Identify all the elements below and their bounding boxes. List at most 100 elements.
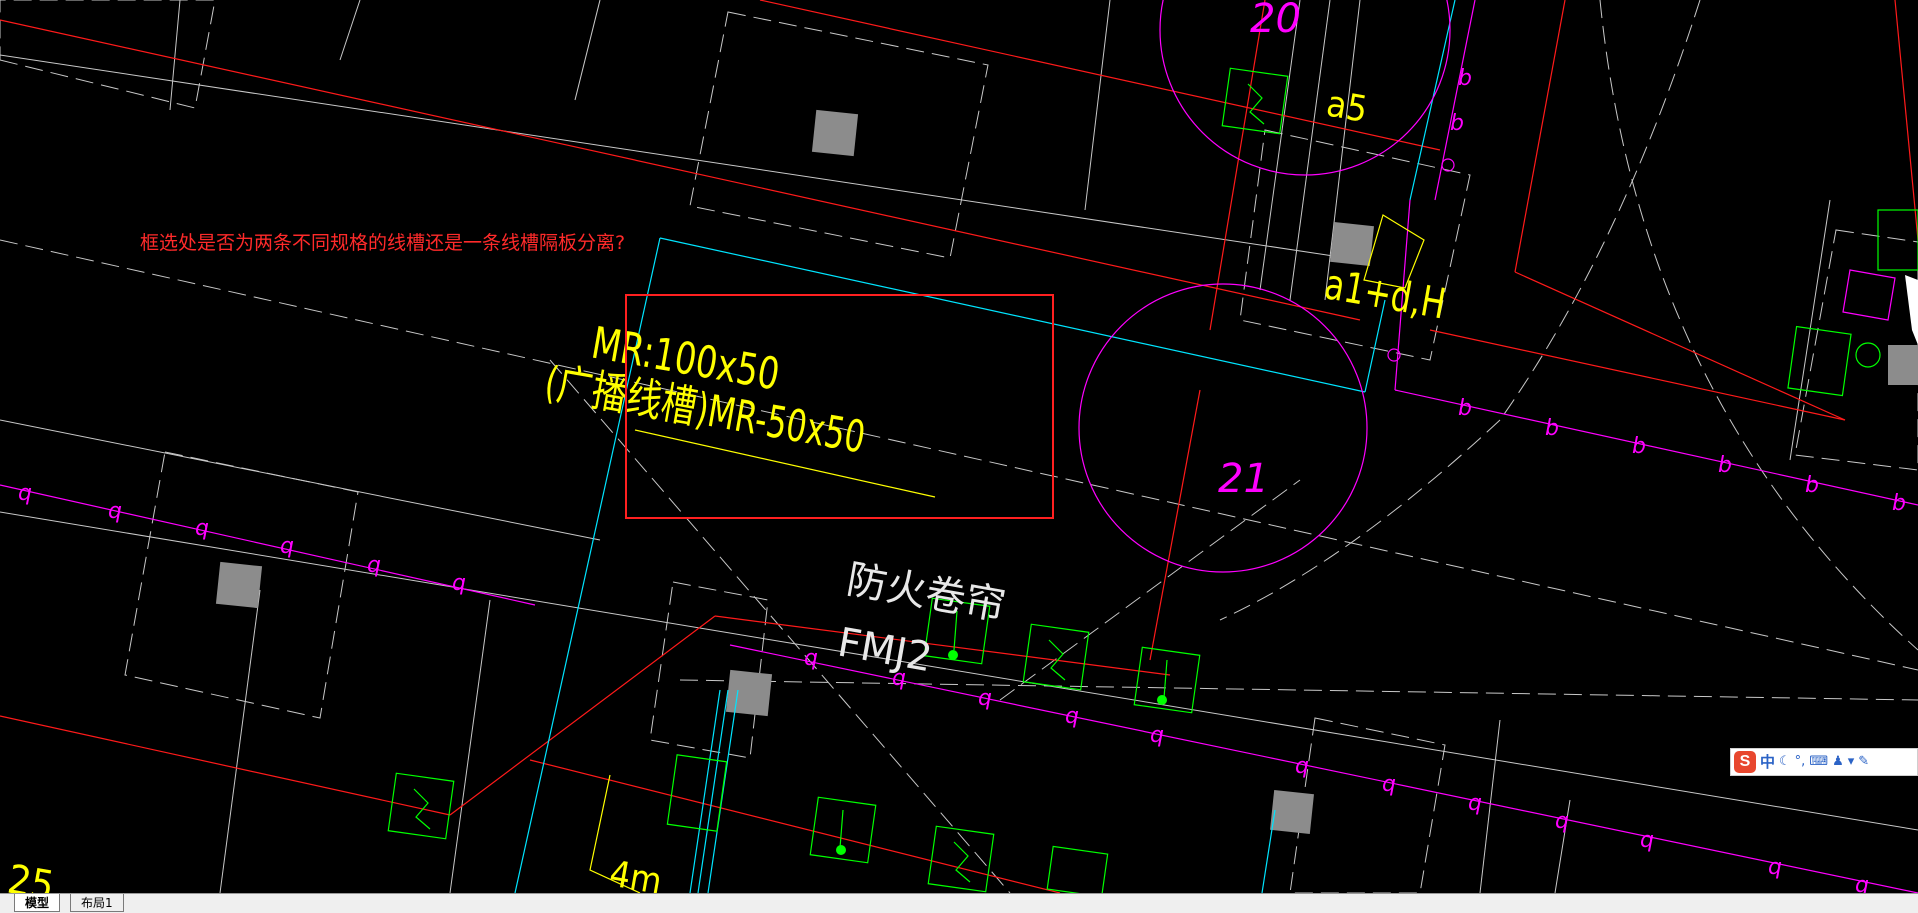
- line-marker-b: b: [1718, 453, 1732, 478]
- red-line: [1429, 329, 1846, 421]
- red-line: [714, 615, 1171, 676]
- equipment-symbol: [1046, 845, 1109, 893]
- line-marker-q: q: [452, 571, 466, 596]
- red-line: [1209, 0, 1266, 331]
- structural-column: [1270, 790, 1314, 834]
- line-marker-b: b: [1458, 66, 1472, 91]
- line-marker-q: q: [195, 516, 209, 541]
- structural-column: [725, 669, 773, 717]
- line-marker-b: b: [1632, 434, 1646, 459]
- line-marker-q: q: [280, 534, 294, 559]
- arc-dashed: [1499, 0, 1701, 421]
- line-marker-b: b: [1545, 416, 1559, 441]
- wall-line: [219, 589, 261, 893]
- wall-line: [1084, 0, 1111, 211]
- magenta-line-b: [1434, 0, 1476, 201]
- cyan-cable-line: [689, 689, 721, 893]
- cad-drawing-canvas[interactable]: q q q q q q q q q q q q q q q q q q b b …: [0, 0, 1918, 893]
- line-marker-q: q: [1150, 723, 1164, 748]
- room-circle-20: [1159, 0, 1451, 176]
- equipment-symbol: [839, 809, 844, 849]
- wall-line: [449, 599, 491, 893]
- column-outline-dashed: [1289, 717, 1446, 893]
- axis-line-dashed: [679, 679, 1918, 701]
- red-line: [449, 615, 716, 816]
- line-marker-q: q: [1855, 873, 1869, 893]
- red-line: [0, 19, 1361, 321]
- room-number-20: 20: [1250, 0, 1301, 42]
- green-dot: [836, 845, 846, 855]
- white-marker: [1905, 275, 1918, 345]
- line-marker-q: q: [804, 646, 818, 671]
- line-marker-q: q: [978, 686, 992, 711]
- structural-column: [1330, 222, 1374, 266]
- red-line: [1894, 0, 1918, 241]
- line-marker-b: b: [1805, 473, 1819, 498]
- structural-column: [811, 109, 859, 157]
- ime-logo[interactable]: S: [1734, 751, 1756, 773]
- tab-model[interactable]: 模型: [14, 894, 61, 912]
- line-marker-q: q: [108, 499, 122, 524]
- line-marker-q: q: [1768, 855, 1782, 880]
- equipment-symbol: [666, 754, 728, 832]
- room-circle-21: [1078, 283, 1368, 573]
- layout-tab-bar: 模型 布局1: [0, 893, 1918, 913]
- equipment-symbol: [1133, 646, 1201, 714]
- equipment-symbol: [387, 772, 455, 840]
- punctuation-icon[interactable]: °,: [1795, 751, 1806, 773]
- arc-dashed: [1599, 0, 1918, 651]
- line-marker-q: q: [1468, 791, 1482, 816]
- equipment-symbol: [1855, 342, 1881, 368]
- line-marker-b: b: [1458, 396, 1472, 421]
- line-marker-q: q: [1382, 772, 1396, 797]
- green-dot: [948, 650, 958, 660]
- red-line: [759, 0, 1441, 151]
- skin-icon[interactable]: ▾: [1848, 751, 1855, 773]
- tab-layout1[interactable]: 布局1: [70, 894, 124, 912]
- line-marker-q: q: [1065, 704, 1079, 729]
- wall-line: [339, 0, 361, 61]
- structural-column: [1888, 345, 1918, 385]
- wrench-icon[interactable]: ✎: [1858, 751, 1869, 773]
- red-line: [0, 715, 451, 816]
- line-marker-q: q: [18, 481, 32, 506]
- user-icon[interactable]: ♟: [1832, 751, 1844, 773]
- ime-toolbar[interactable]: S 中 ☾ °, ⌨ ♟ ▾ ✎: [1730, 748, 1918, 776]
- equipment-symbol: [1221, 67, 1289, 135]
- equipment-symbol: [953, 841, 971, 883]
- fire-shutter-label: 防火卷帘: [843, 557, 1009, 630]
- structural-column: [215, 561, 263, 609]
- room-number-25: 25: [4, 857, 57, 893]
- wall-line: [0, 511, 1918, 831]
- keyboard-icon[interactable]: ⌨: [1809, 751, 1828, 773]
- wall-line: [169, 0, 181, 111]
- tag-a5: a5: [1323, 83, 1370, 130]
- magenta-dot: [1441, 158, 1455, 172]
- wall-line: [574, 0, 601, 101]
- line-marker-b: b: [1450, 111, 1464, 136]
- room-number-21: 21: [1218, 456, 1269, 502]
- ime-mode-toggle[interactable]: 中: [1760, 751, 1775, 773]
- magenta-line-b: [1394, 389, 1918, 506]
- line-marker-b: b: [1892, 491, 1906, 516]
- cyan-cable-line: [1261, 809, 1276, 893]
- fire-shutter-code: FMJ2: [834, 620, 935, 682]
- column-outline-dashed: [0, 0, 216, 109]
- line-marker-q: q: [1640, 828, 1654, 853]
- line-marker-q: q: [367, 553, 381, 578]
- arc-dashed: [1219, 419, 1501, 621]
- tag-a1dH: a1+d,H: [1321, 260, 1449, 329]
- magenta-symbol: [1842, 269, 1896, 321]
- equipment-symbol: [1163, 659, 1168, 699]
- moon-icon[interactable]: ☾: [1779, 751, 1791, 773]
- red-line: [1514, 0, 1566, 273]
- red-line: [1514, 271, 1846, 421]
- height-label-4m: 4m: [606, 853, 664, 893]
- equipment-symbol: [1877, 209, 1918, 271]
- column-outline-dashed: [649, 581, 769, 759]
- axis-line-dashed: [999, 479, 1301, 701]
- red-line: [1149, 389, 1201, 661]
- annotation-question: 框选处是否为两条不同规格的线槽还是一条线槽隔板分离?: [140, 232, 625, 254]
- wall-line: [1259, 0, 1301, 291]
- wall-line: [1479, 719, 1501, 893]
